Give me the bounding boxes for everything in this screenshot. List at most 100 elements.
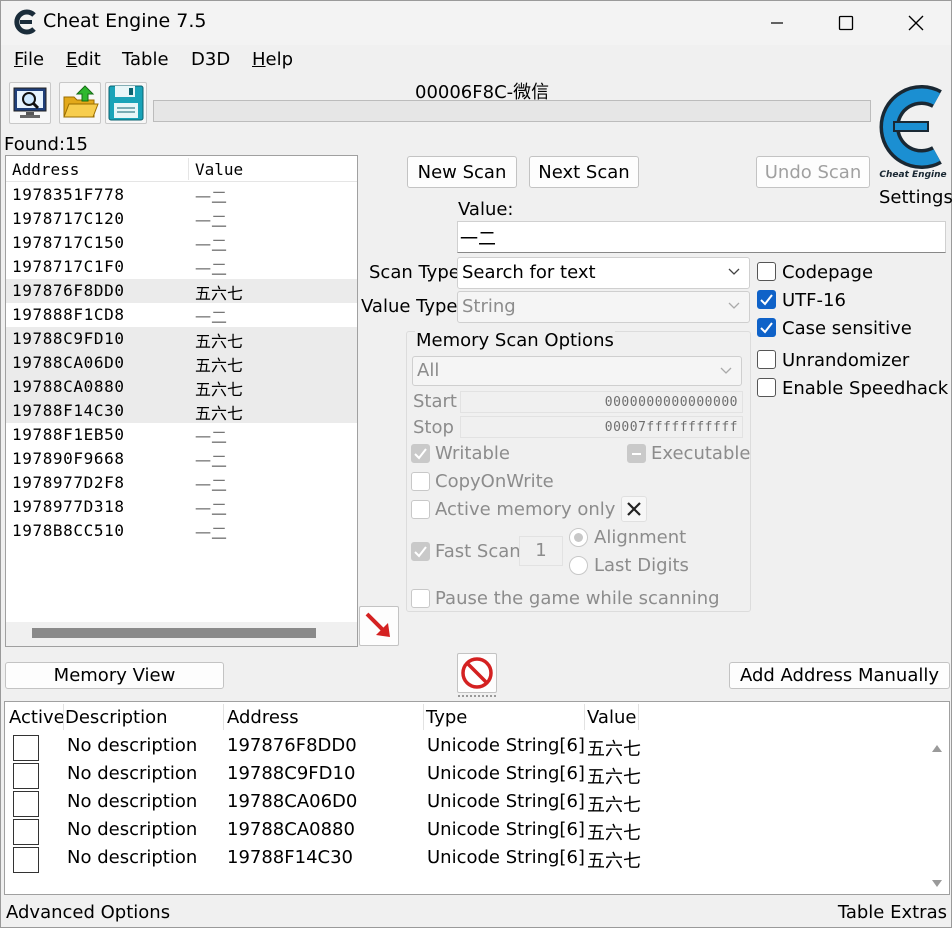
column-value[interactable]: Value bbox=[587, 707, 636, 728]
scan-result-row[interactable]: 19788F1EB50 一二 bbox=[6, 423, 357, 447]
scan-result-row[interactable]: 197876F8DD0 五六七 bbox=[6, 279, 357, 303]
column-address[interactable]: Address bbox=[12, 160, 79, 179]
result-address: 197890F9668 bbox=[12, 449, 125, 468]
value-input[interactable]: 一二 bbox=[457, 221, 946, 253]
menu-file-label: ile bbox=[23, 49, 45, 70]
value-type-select[interactable]: String bbox=[457, 291, 750, 323]
save-button[interactable] bbox=[105, 82, 147, 124]
pause-game-checkbox[interactable] bbox=[411, 589, 430, 608]
address-list-row[interactable]: No description 19788F14C30 Unicode String[… bbox=[5, 844, 925, 873]
stop-address-input[interactable]: 00007fffffffffff bbox=[460, 416, 743, 438]
utf16-checkbox[interactable] bbox=[757, 290, 776, 309]
scan-results-list[interactable]: Address Value 1978351F778 一二 1978717C120 一二… bbox=[5, 155, 358, 647]
case-sensitive-checkbox[interactable] bbox=[757, 318, 776, 337]
active-checkbox[interactable] bbox=[13, 791, 39, 817]
scan-result-row[interactable]: 1978977D318 一二 bbox=[6, 495, 357, 519]
writable-checkbox[interactable] bbox=[411, 444, 430, 463]
column-description[interactable]: Description bbox=[65, 707, 168, 728]
add-to-address-list-button[interactable] bbox=[359, 606, 399, 646]
entry-address: 19788CA06D0 bbox=[227, 791, 358, 812]
scan-result-row[interactable]: 1978717C1F0 一二 bbox=[6, 255, 357, 279]
scan-result-row[interactable]: 19788CA06D0 五六七 bbox=[6, 351, 357, 375]
result-value: 一二 bbox=[195, 500, 228, 519]
address-list-row[interactable]: No description 19788CA0880 Unicode String[… bbox=[5, 816, 925, 845]
memory-region-select[interactable]: All bbox=[412, 356, 742, 386]
settings-link[interactable]: Settings bbox=[879, 187, 952, 208]
undo-scan-button[interactable]: Undo Scan bbox=[756, 156, 870, 188]
start-address-input[interactable]: 0000000000000000 bbox=[460, 391, 743, 413]
close-icon bbox=[908, 15, 924, 31]
next-scan-button[interactable]: Next Scan bbox=[529, 156, 639, 188]
active-checkbox[interactable] bbox=[13, 735, 39, 761]
address-list-header: Active Description Address Type Value bbox=[5, 702, 925, 732]
executable-checkbox[interactable] bbox=[627, 444, 646, 463]
advanced-options-link[interactable]: Advanced Options bbox=[6, 902, 170, 923]
scan-result-row[interactable]: 197890F9668 一二 bbox=[6, 447, 357, 471]
codepage-checkbox[interactable] bbox=[757, 262, 776, 281]
add-address-manually-button[interactable]: Add Address Manually bbox=[729, 662, 950, 689]
address-list-row[interactable]: No description 197876F8DD0 Unicode String[… bbox=[5, 732, 925, 761]
address-list-row[interactable]: No description 19788C9FD10 Unicode String[… bbox=[5, 760, 925, 789]
menu-edit[interactable]: Edit bbox=[66, 49, 101, 70]
active-checkbox[interactable] bbox=[13, 763, 39, 789]
clear-active-memory-button[interactable] bbox=[621, 496, 647, 522]
scan-result-row[interactable]: 1978717C150 一二 bbox=[6, 231, 357, 255]
scan-result-row[interactable]: 197888F1CD8 一二 bbox=[6, 303, 357, 327]
alignment-radio[interactable] bbox=[569, 528, 588, 547]
close-button[interactable] bbox=[881, 1, 951, 45]
menu-help[interactable]: Help bbox=[252, 49, 293, 70]
active-checkbox[interactable] bbox=[13, 847, 39, 873]
maximize-button[interactable] bbox=[811, 1, 881, 45]
result-address: 197888F1CD8 bbox=[12, 305, 125, 324]
result-value: 一二 bbox=[195, 476, 228, 495]
scan-result-row[interactable]: 1978B8CC510 一二 bbox=[6, 519, 357, 543]
scan-result-row[interactable]: 1978977D2F8 一二 bbox=[6, 471, 357, 495]
scan-result-row[interactable]: 19788C9FD10 五六七 bbox=[6, 327, 357, 351]
new-scan-button[interactable]: New Scan bbox=[407, 156, 517, 188]
active-memory-checkbox[interactable] bbox=[411, 500, 430, 519]
minimize-button[interactable] bbox=[742, 1, 812, 45]
scan-type-select[interactable]: Search for text bbox=[457, 257, 750, 289]
stop-label: Stop bbox=[413, 417, 454, 438]
splitter-handle[interactable] bbox=[458, 695, 496, 698]
results-horizontal-scrollbar[interactable] bbox=[6, 622, 357, 646]
scan-result-row[interactable]: 1978351F778 一二 bbox=[6, 183, 357, 207]
table-extras-link[interactable]: Table Extras bbox=[838, 902, 947, 923]
start-label: Start bbox=[413, 391, 457, 412]
entry-value: 五六七 bbox=[587, 851, 641, 872]
column-active[interactable]: Active bbox=[9, 707, 65, 728]
column-type[interactable]: Type bbox=[426, 707, 467, 728]
unrandomizer-checkbox[interactable] bbox=[757, 350, 776, 369]
scan-result-row[interactable]: 1978717C120 一二 bbox=[6, 207, 357, 231]
copy-on-write-checkbox[interactable] bbox=[411, 472, 430, 491]
column-address[interactable]: Address bbox=[227, 707, 299, 728]
address-list-scrollbar[interactable] bbox=[925, 732, 949, 894]
scan-result-row[interactable]: 19788F14C30 五六七 bbox=[6, 399, 357, 423]
stop-button[interactable] bbox=[457, 653, 497, 693]
entry-address: 19788F14C30 bbox=[227, 847, 353, 868]
open-process-button[interactable] bbox=[9, 82, 51, 124]
memory-view-button[interactable]: Memory View bbox=[5, 662, 224, 689]
fast-scan-checkbox[interactable] bbox=[411, 542, 430, 561]
result-value: 一二 bbox=[195, 308, 228, 327]
scan-result-row[interactable]: 19788CA0880 五六七 bbox=[6, 375, 357, 399]
value-type-value: String bbox=[462, 296, 516, 317]
menu-file[interactable]: File bbox=[14, 49, 44, 70]
entry-description: No description bbox=[67, 763, 198, 784]
memory-region-value: All bbox=[417, 360, 440, 381]
speedhack-checkbox[interactable] bbox=[757, 378, 776, 397]
cheat-engine-logo-icon[interactable]: Cheat Engine bbox=[875, 77, 951, 181]
menu-table[interactable]: Table bbox=[122, 49, 169, 70]
entry-type: Unicode String[6] bbox=[427, 791, 585, 812]
column-value[interactable]: Value bbox=[195, 160, 243, 179]
address-list-row[interactable]: No description 19788CA06D0 Unicode String[… bbox=[5, 788, 925, 817]
menu-d3d[interactable]: D3D bbox=[191, 49, 230, 70]
scrollbar-thumb[interactable] bbox=[32, 628, 316, 638]
address-list[interactable]: Active Description Address Type Value No… bbox=[4, 701, 950, 895]
last-digits-radio[interactable] bbox=[569, 556, 588, 575]
open-file-button[interactable] bbox=[59, 82, 101, 124]
entry-description: No description bbox=[67, 819, 198, 840]
result-address: 1978717C1F0 bbox=[12, 257, 125, 276]
active-checkbox[interactable] bbox=[13, 819, 39, 845]
fast-scan-value-input[interactable]: 1 bbox=[519, 536, 563, 566]
